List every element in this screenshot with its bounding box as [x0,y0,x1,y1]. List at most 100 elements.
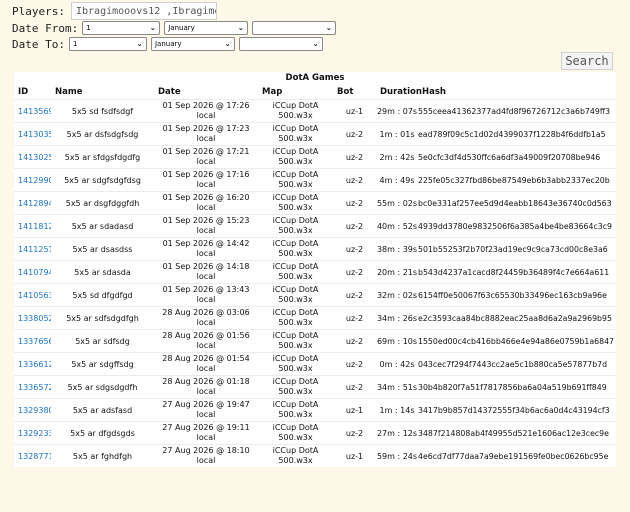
game-hash: b543d4237a1cacd8f24459b36489f4c7e664a611 [418,267,610,277]
table-row: 1336612 5x5 ar sdgffsdg 28 Aug 2026 @ 01:5… [14,352,616,376]
game-duration-cell: 29m : 07s [376,99,418,123]
game-map: iCCup DotA 500.w3x [272,285,319,304]
game-map: iCCup DotA 500.w3x [272,354,319,373]
players-input[interactable]: Ibragimooovs12 ,Ibragimo [70,2,217,20]
game-name-cell: 5x5 ar sdfsdgdfgh [51,306,154,330]
game-duration: 0m : 42s [379,359,415,369]
game-id-link[interactable]: 1413569 [14,107,51,116]
game-map: iCCup DotA 500.w3x [272,377,319,396]
game-id-link-cell: 1413569 [14,99,51,123]
game-hash: 3417b9b857d14372555f34b6ac6a0d4c43194cf3 [418,405,610,415]
game-id-link-cell: 1413035 [14,122,51,146]
table-row: 1413035 5x5 ar dsfsdgfsdg 01 Sep 2026 @ 17… [14,122,616,146]
game-id-link[interactable]: 1411812 [14,222,51,231]
game-map-cell: iCCup DotA 500.w3x [258,283,333,307]
game-map: iCCup DotA 500.w3x [272,216,319,235]
col-header-id[interactable]: ID [14,84,51,100]
game-bot-cell: uz-2 [333,283,376,307]
game-id-link[interactable]: 1336572 [14,383,51,392]
game-id-link-cell: 1337656 [14,329,51,353]
game-id-link[interactable]: 1412990 [14,176,51,185]
game-id-link[interactable]: 1413035 [14,130,51,139]
game-date-cell: 01 Sep 2026 @ 17:23 local [154,122,258,146]
game-bot-cell: uz-2 [333,122,376,146]
game-id-link[interactable]: 1336612 [14,360,51,369]
col-header-map[interactable]: Map [258,84,333,100]
to-month-select[interactable]: January ⌄ [150,37,235,51]
game-hash-cell: 4939dd3780e9832506f6a385a4be4be83664c3c9 [418,214,616,238]
game-duration: 29m : 07s [376,106,418,116]
game-name-cell: 5x5 sd dfgdfgd [51,283,154,307]
game-bot: uz-2 [345,428,364,438]
table-row: 1329380 5x5 ar adsfasd 27 Aug 2026 @ 19:47… [14,398,616,422]
search-button[interactable]: Search [561,52,613,70]
to-day-select[interactable]: 1 ⌄ [68,37,147,51]
game-duration-cell: 0m : 42s [376,352,418,376]
game-duration-cell: 27m : 12s [376,421,418,445]
col-header-duration[interactable]: Duration [376,84,422,100]
date-to-row: Date To: 1 ⌄ January ⌄ ⌄ [12,37,323,51]
col-header-date[interactable]: Date [154,84,258,100]
game-bot: uz-1 [345,451,364,461]
game-bot: uz-1 [345,405,364,415]
col-header-name[interactable]: Name [51,84,154,100]
game-date-cell: 27 Aug 2026 @ 19:11 local [154,421,258,445]
game-id-link[interactable]: 1411251 [14,245,51,254]
from-year-select[interactable]: ⌄ [252,21,337,35]
game-hash-cell: 555ceea41362377ad4fd8f96726712c3a6b749ff… [418,99,616,123]
game-bot-cell: uz-2 [333,375,376,399]
to-month-value: January [154,40,182,48]
game-duration: 69m : 10s [376,336,418,346]
game-name-cell: 5x5 ar adsfasd [51,398,154,422]
game-id-link-cell: 1413025 [14,145,51,169]
game-hash: bc0e331af257ee5d9d4eabb18643e36740c0d563 [418,198,612,208]
game-map: iCCup DotA 500.w3x [272,193,319,212]
game-bot-cell: uz-2 [333,145,376,169]
game-name-cell: 5x5 ar sdfsdg [51,329,154,353]
game-id-link[interactable]: 1328771 [14,452,51,461]
game-duration: 34m : 26s [376,313,418,323]
game-bot: uz-2 [345,221,364,231]
from-month-select[interactable]: January ⌄ [164,21,249,35]
game-id-link[interactable]: 1329380 [14,406,51,415]
game-map-cell: iCCup DotA 500.w3x [258,375,333,399]
game-id-link-cell: 1329380 [14,398,51,422]
game-date: 01 Sep 2026 @ 13:43 local [162,285,250,304]
game-map: iCCup DotA 500.w3x [272,147,319,166]
game-hash: 555ceea41362377ad4fd8f96726712c3a6b749ff… [418,106,611,116]
from-day-select[interactable]: 1 ⌄ [82,21,161,35]
game-name: 5x5 ar sfdgsfdgdfg [64,152,141,162]
game-hash-cell: 3417b9b857d14372555f34b6ac6a0d4c43194cf3 [418,398,616,422]
game-map-cell: iCCup DotA 500.w3x [258,329,333,353]
chevron-down-icon: ⌄ [136,39,143,48]
game-bot-cell: uz-2 [333,329,376,353]
game-map: iCCup DotA 500.w3x [272,331,319,350]
game-bot-cell: uz-1 [333,398,376,422]
game-map-cell: iCCup DotA 500.w3x [258,444,333,467]
game-id-link[interactable]: 1413025 [14,153,51,162]
game-duration: 1m : 01s [379,129,415,139]
game-id-link[interactable]: 1329233 [14,429,51,438]
game-duration-cell: 40m : 52s [376,214,418,238]
game-duration-cell: 55m : 02s [376,191,418,215]
game-id-link[interactable]: 1410563 [14,291,51,300]
game-duration-cell: 2m : 42s [376,145,418,169]
game-bot-cell: uz-2 [333,214,376,238]
col-header-bot[interactable]: Bot [333,84,376,100]
game-hash-cell: 043cec7f294f7443cc2ae5c1b880ca5e57877b7d [418,352,616,376]
game-hash: 501b55253f2b70f23ad19ec9c9ca73cd00c8e3a6 [418,244,608,254]
table-row: 1413025 5x5 ar sfdgsfdgdfg 01 Sep 2026 @ 1… [14,145,616,169]
col-header-hash[interactable]: Hash [418,84,616,100]
game-duration-cell: 38m : 39s [376,237,418,261]
game-hash: 225fe05c327fbd86be87549eb6b3abb2337ec20b [418,175,610,185]
game-id-link[interactable]: 1337656 [14,337,51,346]
game-id-link[interactable]: 1338052 [14,314,51,323]
game-id-link[interactable]: 1412894 [14,199,51,208]
game-id-link-cell: 1336572 [14,375,51,399]
date-from-label: Date From: [12,21,79,35]
game-date: 01 Sep 2026 @ 17:16 local [162,170,250,189]
game-id-link[interactable]: 1410794 [14,268,51,277]
chevron-down-icon: ⌄ [237,23,245,32]
table-row: 1329233 5x5 ar dfgdsgds 27 Aug 2026 @ 19:1… [14,421,616,445]
to-year-select[interactable]: ⌄ [238,37,323,51]
